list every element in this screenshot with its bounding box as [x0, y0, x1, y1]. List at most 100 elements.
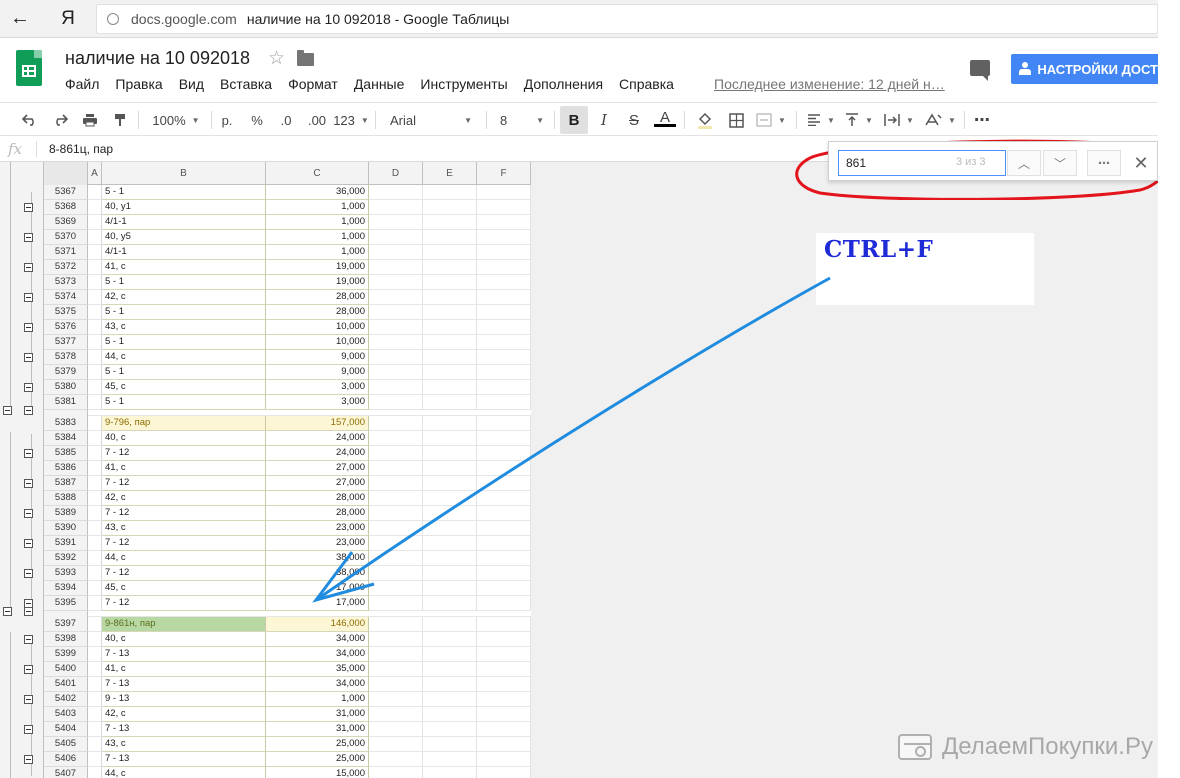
zoom-select[interactable]: 100% ▼ [146, 103, 206, 137]
cell-b[interactable]: 42, с [102, 290, 266, 305]
row-number[interactable]: 5385 [44, 446, 88, 461]
cell-b[interactable]: 41, с [102, 260, 266, 275]
menu-help[interactable]: Справка [619, 76, 674, 92]
cell-c[interactable]: 1,000 [266, 230, 369, 245]
cell-d[interactable] [369, 536, 423, 551]
find-close-button[interactable]: ✕ [1130, 150, 1152, 176]
cell-b[interactable]: 45, с [102, 581, 266, 596]
cell-c[interactable]: 1,000 [266, 215, 369, 230]
cell-c[interactable]: 157,000 [266, 416, 369, 431]
row-number[interactable]: 5383 [44, 416, 88, 431]
cell-a[interactable] [88, 461, 102, 476]
row-number[interactable]: 5384 [44, 431, 88, 446]
cell-a[interactable] [88, 305, 102, 320]
bold-button[interactable]: B [560, 106, 588, 134]
column-header-e[interactable]: E [423, 162, 477, 185]
star-icon[interactable]: ☆ [268, 47, 285, 70]
cell-e[interactable] [423, 521, 477, 536]
collapse-row-icon[interactable] [24, 665, 33, 674]
cell-c[interactable]: 9,000 [266, 365, 369, 380]
collapse-row-icon[interactable] [24, 509, 33, 518]
back-arrow-icon[interactable]: ← [0, 0, 40, 38]
cell-b[interactable]: 44, с [102, 551, 266, 566]
collapse-row-icon[interactable] [24, 203, 33, 212]
row-number[interactable]: 5392 [44, 551, 88, 566]
cell-a[interactable] [88, 320, 102, 335]
cell-e[interactable] [423, 416, 477, 431]
cell-a[interactable] [88, 200, 102, 215]
cell-c[interactable]: 24,000 [266, 431, 369, 446]
menu-format[interactable]: Формат [288, 76, 338, 92]
row-number[interactable]: 5375 [44, 305, 88, 320]
cell-a[interactable] [88, 536, 102, 551]
cell-d[interactable] [369, 200, 423, 215]
cell-e[interactable] [423, 752, 477, 767]
cell-e[interactable] [423, 395, 477, 410]
cell-d[interactable] [369, 617, 423, 632]
collapse-row-icon[interactable] [24, 353, 33, 362]
cell-e[interactable] [423, 185, 477, 200]
cell-b[interactable]: 5 - 1 [102, 395, 266, 410]
cell-f[interactable] [477, 461, 531, 476]
cell-f[interactable] [477, 596, 531, 611]
cell-e[interactable] [423, 365, 477, 380]
cell-f[interactable] [477, 446, 531, 461]
cell-e[interactable] [423, 767, 477, 778]
row-number[interactable]: 5377 [44, 335, 88, 350]
row-number[interactable]: 5402 [44, 692, 88, 707]
cell-a[interactable] [88, 617, 102, 632]
cell-c[interactable]: 24,000 [266, 446, 369, 461]
cell-c[interactable]: 19,000 [266, 275, 369, 290]
cell-e[interactable] [423, 647, 477, 662]
cell-d[interactable] [369, 245, 423, 260]
collapse-row-icon[interactable] [24, 449, 33, 458]
menu-file[interactable]: Файл [65, 76, 99, 92]
collapse-group-icon[interactable] [3, 406, 12, 415]
undo-icon[interactable] [18, 103, 42, 137]
row-number[interactable]: 5390 [44, 521, 88, 536]
row-number[interactable]: 5391 [44, 536, 88, 551]
cell-a[interactable] [88, 215, 102, 230]
cell-b[interactable]: 4/1-1 [102, 245, 266, 260]
cell-e[interactable] [423, 230, 477, 245]
cell-d[interactable] [369, 521, 423, 536]
cell-d[interactable] [369, 506, 423, 521]
cell-c[interactable]: 17,000 [266, 596, 369, 611]
cell-c[interactable]: 25,000 [266, 752, 369, 767]
cell-a[interactable] [88, 677, 102, 692]
cell-b[interactable]: 7 - 13 [102, 722, 266, 737]
cell-e[interactable] [423, 566, 477, 581]
row-number[interactable]: 5372 [44, 260, 88, 275]
cell-f[interactable] [477, 305, 531, 320]
row-number[interactable]: 5373 [44, 275, 88, 290]
cell-a[interactable] [88, 521, 102, 536]
cell-b[interactable]: 5 - 1 [102, 185, 266, 200]
find-next-button[interactable]: ﹀ [1043, 150, 1077, 176]
cell-d[interactable] [369, 566, 423, 581]
cell-b[interactable]: 40, с [102, 632, 266, 647]
cell-c[interactable]: 23,000 [266, 536, 369, 551]
cell-e[interactable] [423, 305, 477, 320]
cell-e[interactable] [423, 461, 477, 476]
cell-b[interactable]: 9-861н, пар [102, 617, 266, 632]
url-field[interactable]: docs.google.com наличие на 10 092018 - G… [96, 4, 1158, 34]
print-icon[interactable] [78, 103, 102, 137]
cell-b[interactable]: 5 - 1 [102, 275, 266, 290]
cell-c[interactable]: 25,000 [266, 737, 369, 752]
cell-a[interactable] [88, 722, 102, 737]
yandex-button[interactable]: Я [40, 0, 96, 38]
row-number[interactable]: 5370 [44, 230, 88, 245]
collapse-row-icon[interactable] [24, 539, 33, 548]
cell-d[interactable] [369, 647, 423, 662]
cell-c[interactable]: 1,000 [266, 692, 369, 707]
menu-insert[interactable]: Вставка [220, 76, 272, 92]
cell-f[interactable] [477, 230, 531, 245]
cell-c[interactable]: 28,000 [266, 491, 369, 506]
cell-f[interactable] [477, 491, 531, 506]
menu-data[interactable]: Данные [354, 76, 405, 92]
cell-a[interactable] [88, 662, 102, 677]
cell-c[interactable]: 31,000 [266, 722, 369, 737]
cell-c[interactable]: 1,000 [266, 245, 369, 260]
vertical-align-icon[interactable]: ▼ [842, 103, 876, 137]
cell-f[interactable] [477, 536, 531, 551]
